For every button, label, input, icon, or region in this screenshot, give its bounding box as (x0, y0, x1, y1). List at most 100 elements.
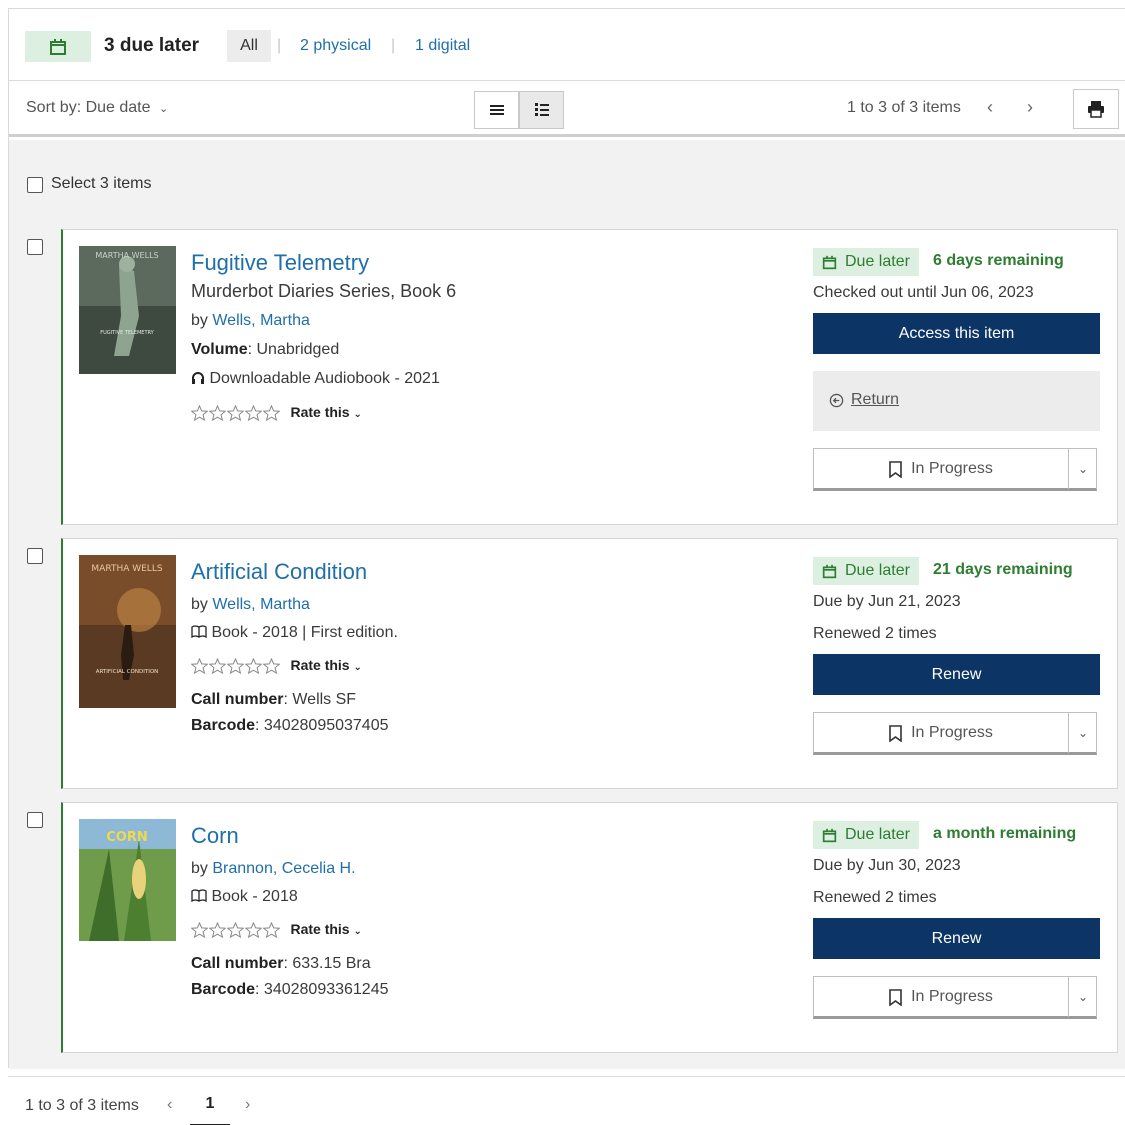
book-cover-image[interactable]: MARTHA WELLS ARTIFICIAL CONDITION (79, 555, 176, 708)
barcode-value: : 34028093361245 (255, 981, 389, 998)
item-checkbox[interactable] (27, 548, 43, 564)
pager-summary: 1 to 3 of 3 items (847, 99, 961, 116)
item-title-link[interactable]: Artificial Condition (191, 559, 367, 585)
renewed-count: Renewed 2 times (813, 625, 937, 642)
access-item-button[interactable]: Access this item (813, 313, 1100, 354)
star-rating[interactable] (191, 657, 280, 674)
toolbar: Sort by: Due date ⌄ 1 to 3 of 3 items ‹ … (9, 81, 1125, 137)
next-page-icon[interactable]: › (1027, 97, 1033, 118)
print-icon (1088, 101, 1104, 118)
star-icon (263, 657, 280, 674)
shelf-button[interactable]: In Progress (814, 449, 1068, 489)
calendar-icon (822, 564, 837, 578)
star-icon (245, 404, 262, 421)
sort-dropdown[interactable]: Sort by: Due date ⌄ (26, 99, 168, 117)
star-icon (227, 404, 244, 421)
detail-view-button[interactable] (519, 91, 564, 129)
due-later-label: Due later (845, 826, 910, 843)
shelf-selector: In Progress ⌄ (813, 976, 1097, 1019)
cover-bottom-text: ARTIFICIAL CONDITION (96, 669, 159, 675)
chevron-down-icon: ⌄ (158, 103, 169, 115)
filter-all-button[interactable]: All (227, 30, 271, 62)
next-page-icon[interactable]: › (245, 1096, 250, 1114)
rate-this-button[interactable]: Rate this ⌄ (290, 404, 361, 420)
days-remaining: a month remaining (933, 825, 1077, 842)
renew-button[interactable]: Renew (813, 654, 1100, 695)
list-view-button[interactable] (474, 91, 519, 129)
select-all-checkbox[interactable] (27, 177, 43, 193)
star-icon (191, 657, 208, 674)
item-title-link[interactable]: Fugitive Telemetry (191, 250, 369, 276)
format-text: Downloadable Audiobook - 2021 (209, 370, 440, 387)
shelf-dropdown-button[interactable]: ⌄ (1068, 713, 1097, 753)
return-button[interactable]: Return (829, 391, 899, 409)
renewed-count: Renewed 2 times (813, 889, 937, 906)
sort-label: Sort by: Due date (26, 99, 151, 116)
calendar-icon (822, 255, 837, 269)
rate-this-label: Rate this (290, 921, 350, 937)
cover-top-text: CORN (106, 830, 147, 845)
rate-this-button[interactable]: Rate this ⌄ (290, 921, 361, 937)
barcode-label: Barcode (191, 717, 256, 734)
barcode-label: Barcode (191, 981, 256, 998)
calendar-icon (822, 828, 837, 842)
shelf-selector: In Progress ⌄ (813, 712, 1097, 755)
series-text: Murderbot Diaries Series, Book 6 (191, 281, 457, 301)
chevron-down-icon: ⌄ (1077, 990, 1089, 1004)
print-button[interactable] (1073, 89, 1119, 129)
rate-this-label: Rate this (290, 404, 350, 420)
book-cover-image[interactable]: CORN (79, 819, 176, 941)
star-icon (263, 404, 280, 421)
shelf-button[interactable]: In Progress (814, 977, 1068, 1017)
due-later-badge: Due later (813, 821, 919, 849)
call-number-label: Call number (191, 955, 284, 972)
chevron-down-icon: ⌄ (1077, 726, 1089, 740)
checked-out-panel: 3 due later All | 2 physical | 1 digital… (8, 8, 1125, 1069)
due-later-label: Due later (845, 253, 910, 270)
star-icon (227, 657, 244, 674)
by-label: by (191, 860, 208, 877)
rate-this-label: Rate this (290, 657, 350, 673)
format-text: Book - 2018 | First edition. (211, 624, 398, 641)
return-label: Return (851, 391, 900, 408)
author-link[interactable]: Wells, Martha (212, 596, 310, 613)
filter-physical-link[interactable]: 2 physical (300, 37, 371, 55)
item-checkbox[interactable] (27, 812, 43, 828)
cover-top-text: MARTHA WELLS (95, 251, 158, 260)
shelf-label: In Progress (911, 460, 993, 477)
divider: | (277, 37, 282, 54)
cover-top-text: MARTHA WELLS (91, 564, 162, 574)
footer-pagination: 1 to 3 of 3 items ‹ 1 › (8, 1076, 1125, 1125)
book-cover-image[interactable]: MARTHA WELLS FUGITIVE TELEMETRY (79, 246, 176, 374)
filter-digital-link[interactable]: 1 digital (415, 37, 470, 55)
page-1-button[interactable]: 1 (190, 1095, 230, 1125)
chevron-down-icon: ⌄ (353, 926, 362, 937)
star-icon (209, 404, 226, 421)
shelf-button[interactable]: In Progress (814, 713, 1068, 753)
rate-this-button[interactable]: Rate this ⌄ (290, 657, 361, 673)
shelf-dropdown-button[interactable]: ⌄ (1068, 977, 1097, 1017)
due-count-heading: 3 due later (104, 35, 200, 56)
author-link[interactable]: Brannon, Cecelia H. (212, 860, 355, 877)
due-later-label: Due later (845, 562, 910, 579)
author-link[interactable]: Wells, Martha (212, 312, 310, 329)
call-number-value: : Wells SF (283, 691, 357, 708)
calendar-icon (50, 38, 66, 55)
star-rating[interactable] (191, 921, 280, 938)
shelf-dropdown-button[interactable]: ⌄ (1068, 449, 1097, 489)
star-rating[interactable] (191, 404, 280, 421)
calendar-badge (25, 31, 91, 62)
call-number-value: : 633.15 Bra (283, 955, 371, 972)
book-icon (191, 889, 207, 903)
detail-list-icon (534, 103, 549, 116)
star-icon (245, 657, 262, 674)
by-label: by (191, 312, 208, 329)
barcode-value: : 34028095037405 (255, 717, 389, 734)
previous-page-icon[interactable]: ‹ (987, 97, 993, 118)
renew-button[interactable]: Renew (813, 918, 1100, 959)
divider: | (391, 37, 396, 54)
item-title-link[interactable]: Corn (191, 823, 239, 849)
call-number-label: Call number (191, 691, 284, 708)
item-checkbox[interactable] (27, 239, 43, 255)
previous-page-icon[interactable]: ‹ (167, 1096, 172, 1114)
